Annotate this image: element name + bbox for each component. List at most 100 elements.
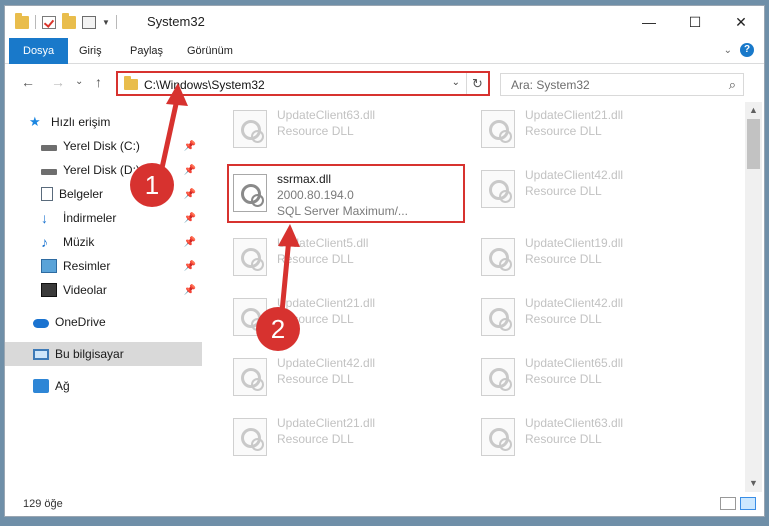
minimize-button[interactable]: — [626, 6, 672, 38]
properties-check-icon[interactable] [42, 15, 56, 29]
file-description: Resource DLL [277, 372, 354, 386]
sidebar-item-network[interactable]: Ağ [5, 374, 202, 398]
tab-share[interactable]: Paylaş [130, 38, 163, 64]
pin-icon[interactable]: 📌 [184, 237, 196, 248]
quick-access-toolbar: ▼ [15, 12, 117, 29]
recent-locations-chevron-icon[interactable]: ⌄ [75, 76, 83, 87]
pin-icon[interactable]: 📌 [184, 165, 196, 176]
sidebar-item-downloads[interactable]: ↓ İndirmeler 📌 [5, 206, 202, 230]
file-description: Resource DLL [277, 432, 354, 446]
up-button[interactable]: ↑ [95, 74, 102, 90]
sidebar-item-label: Hızlı erişim [51, 115, 111, 129]
toolbar-divider [115, 15, 117, 29]
sidebar-item-label: Yerel Disk (C:) [63, 139, 140, 153]
file-item[interactable]: UpdateClient21.dll Resource DLL [227, 410, 467, 464]
computer-icon [33, 348, 49, 360]
file-description: Resource DLL [525, 184, 602, 198]
file-item[interactable]: UpdateClient65.dll Resource DLL [475, 350, 715, 404]
tab-home[interactable]: Giriş [79, 38, 102, 64]
star-icon: ★ [29, 114, 41, 129]
refresh-button[interactable]: ↻ [466, 73, 488, 94]
address-row: ← → ⌄ ↑ C:\Windows\System32 ⌄ ↻ Ara: Sys… [5, 65, 764, 101]
search-icon[interactable]: ⌕ [729, 77, 736, 93]
file-name: UpdateClient21.dll [525, 108, 624, 122]
back-button[interactable]: ← [21, 74, 35, 90]
dll-file-icon [481, 298, 515, 336]
scroll-down-arrow-icon[interactable]: ▼ [745, 475, 762, 492]
file-name: UpdateClient19.dll [525, 236, 624, 250]
file-item[interactable]: UpdateClient63.dll Resource DLL [475, 410, 715, 464]
scroll-up-arrow-icon[interactable]: ▲ [745, 102, 762, 119]
sidebar-item-label: Resimler [63, 259, 111, 273]
tab-file[interactable]: Dosya [9, 38, 69, 64]
file-name: UpdateClient21.dll [277, 296, 376, 310]
drive-icon [41, 169, 57, 175]
sidebar-item-local-disk-c[interactable]: Yerel Disk (C:) 📌 [5, 134, 202, 158]
file-description: Resource DLL [525, 124, 602, 138]
explorer-window: ▼ System32 — ☐ ✕ Dosya Giriş Paylaş Görü… [4, 5, 765, 517]
vertical-scrollbar[interactable]: ▲ ▼ [745, 102, 762, 492]
file-list: UpdateClient63.dll Resource DLL ssrmax.d… [225, 102, 742, 474]
annotation-badge-1: 1 [130, 163, 174, 207]
sidebar-item-label: Yerel Disk (D:) [63, 163, 140, 177]
address-path[interactable]: C:\Windows\System32 [144, 78, 265, 92]
search-input[interactable]: Ara: System32 ⌕ [500, 73, 744, 96]
new-folder-icon[interactable] [62, 12, 76, 29]
file-item[interactable]: UpdateClient19.dll Resource DLL [475, 230, 715, 284]
file-item[interactable]: UpdateClient63.dll Resource DLL [227, 102, 467, 156]
address-dropdown-chevron-icon[interactable]: ⌄ [452, 77, 460, 88]
sidebar-item-videos[interactable]: Videolar 📌 [5, 278, 202, 302]
view-properties-icon[interactable] [82, 15, 96, 29]
dll-file-icon [481, 238, 515, 276]
close-button[interactable]: ✕ [718, 6, 764, 38]
pictures-icon [41, 259, 57, 273]
network-icon [33, 379, 49, 393]
view-toggle [720, 497, 756, 510]
dll-file-icon [481, 358, 515, 396]
window-controls: — ☐ ✕ [626, 6, 764, 38]
file-description: Resource DLL [525, 252, 602, 266]
annotation-highlight-box [227, 164, 465, 223]
dll-file-icon [481, 110, 515, 148]
file-name: UpdateClient42.dll [525, 168, 624, 182]
forward-button[interactable]: → [51, 74, 65, 90]
music-icon: ♪ [41, 234, 48, 250]
file-name: UpdateClient42.dll [525, 296, 624, 310]
help-icon[interactable]: ? [740, 43, 754, 57]
pin-icon[interactable]: 📌 [184, 141, 196, 152]
file-item[interactable]: UpdateClient42.dll Resource DLL [475, 162, 715, 216]
drive-icon [41, 145, 57, 151]
address-bar[interactable]: C:\Windows\System32 ⌄ ↻ [116, 71, 490, 96]
sidebar-item-onedrive[interactable]: OneDrive [5, 310, 202, 334]
annotation-badge-2: 2 [256, 307, 300, 351]
pin-icon[interactable]: 📌 [184, 189, 196, 200]
customize-toolbar-chevron-icon[interactable]: ▼ [102, 18, 110, 27]
videos-icon [41, 283, 57, 297]
large-icons-view-icon[interactable] [740, 497, 756, 510]
tab-view[interactable]: Görünüm [187, 38, 233, 64]
maximize-button[interactable]: ☐ [672, 6, 718, 38]
sidebar-item-label: OneDrive [55, 315, 106, 329]
pin-icon[interactable]: 📌 [184, 285, 196, 296]
sidebar-item-quick-access[interactable]: ★ Hızlı erişim [5, 110, 202, 134]
sidebar-item-music[interactable]: ♪ Müzik 📌 [5, 230, 202, 254]
file-name: UpdateClient42.dll [277, 356, 376, 370]
sidebar-item-this-pc[interactable]: Bu bilgisayar [5, 342, 202, 366]
sidebar-item-label: İndirmeler [63, 211, 117, 225]
file-description: Resource DLL [277, 124, 354, 138]
details-view-icon[interactable] [720, 497, 736, 510]
file-description: Resource DLL [525, 432, 602, 446]
sidebar-item-label: Bu bilgisayar [55, 347, 124, 361]
pin-icon[interactable]: 📌 [184, 213, 196, 224]
expand-ribbon-chevron-icon[interactable]: ⌄ [724, 45, 732, 56]
scrollbar-thumb[interactable] [747, 119, 760, 169]
pin-icon[interactable]: 📌 [184, 261, 196, 272]
file-item[interactable]: UpdateClient42.dll Resource DLL [475, 290, 715, 344]
folder-icon [15, 12, 29, 29]
sidebar-item-pictures[interactable]: Resimler 📌 [5, 254, 202, 278]
downloads-icon: ↓ [41, 210, 48, 226]
dll-file-icon [233, 238, 267, 276]
file-item[interactable]: UpdateClient5.dll Resource DLL [227, 230, 467, 284]
file-item[interactable]: UpdateClient21.dll Resource DLL [475, 102, 715, 156]
file-item[interactable]: UpdateClient42.dll Resource DLL [227, 350, 467, 404]
